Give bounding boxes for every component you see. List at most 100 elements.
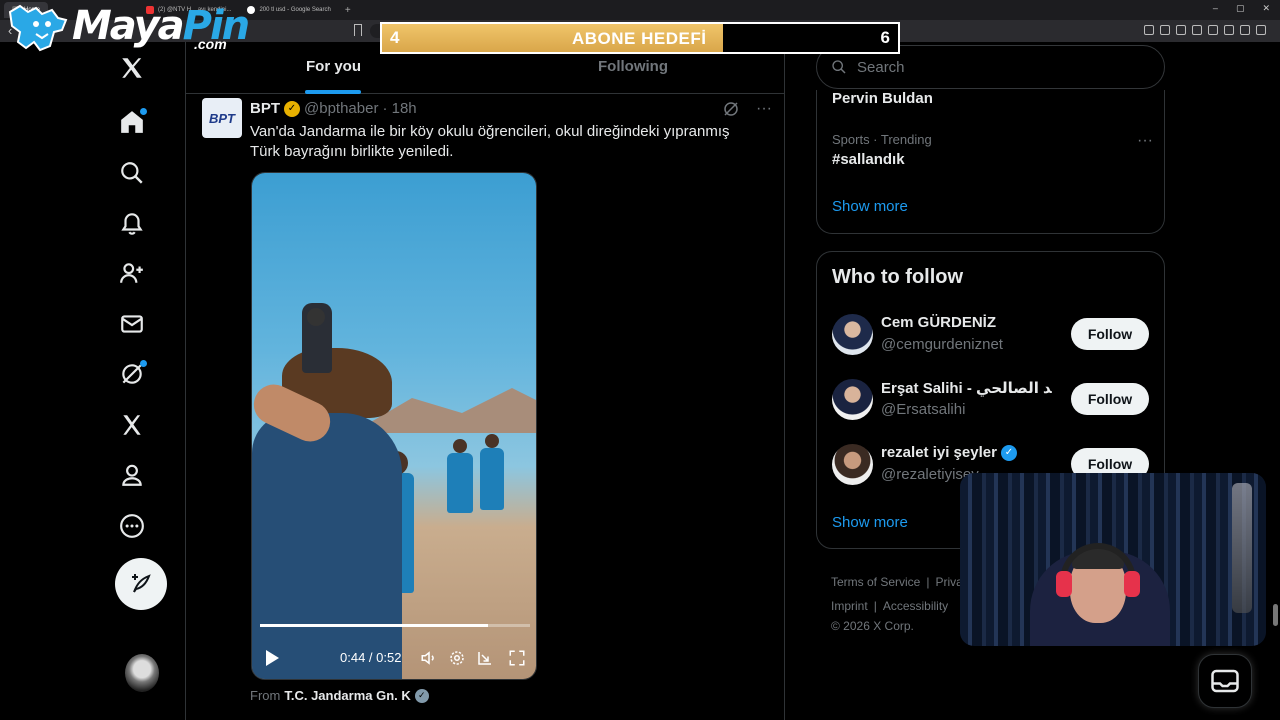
post-author-avatar[interactable]: BPT bbox=[202, 98, 242, 138]
premium-icon[interactable] bbox=[118, 411, 146, 439]
extension-icons bbox=[1144, 25, 1266, 35]
trend-item-name[interactable]: #sallandık bbox=[832, 151, 905, 168]
fullscreen-icon[interactable] bbox=[508, 649, 526, 667]
minimize-button[interactable]: – bbox=[1213, 3, 1218, 14]
profile-icon[interactable] bbox=[118, 461, 146, 489]
headset-earcup bbox=[1056, 571, 1072, 597]
trend-more-icon[interactable]: ··· bbox=[1137, 132, 1153, 150]
video-progress-bar[interactable] bbox=[260, 624, 530, 627]
post-text: Van'da Jandarma ile bir köy okulu öğrenc… bbox=[250, 123, 730, 160]
account-avatar[interactable] bbox=[125, 654, 159, 692]
post-author-handle[interactable]: @bpthaber bbox=[304, 100, 378, 117]
video-scene-student-head bbox=[453, 439, 467, 453]
more-icon[interactable] bbox=[118, 512, 146, 540]
terms-link[interactable]: Terms of Service bbox=[831, 575, 920, 589]
picture-in-picture-icon[interactable] bbox=[476, 649, 494, 667]
mail-icon bbox=[1211, 669, 1239, 693]
extension-icon[interactable] bbox=[1192, 25, 1202, 35]
show-more-trends-link[interactable]: Show more bbox=[832, 198, 908, 215]
post-more-icon[interactable]: ··· bbox=[756, 100, 772, 118]
trend-item-name[interactable]: Pervin Buldan bbox=[832, 90, 933, 107]
copyright: © 2026 X Corp. bbox=[831, 619, 914, 633]
play-icon[interactable] bbox=[264, 649, 280, 667]
video-scene-crowd bbox=[252, 413, 402, 679]
home-icon[interactable] bbox=[118, 108, 147, 136]
video-progress-fill bbox=[260, 624, 489, 627]
follow-icon[interactable] bbox=[118, 259, 146, 287]
video-source: From T.C. Jandarma Gn. K ✓ bbox=[250, 688, 429, 703]
notifications-icon[interactable] bbox=[118, 209, 146, 237]
video-controls: 0:44 / 0:52 bbox=[252, 643, 536, 673]
suggestion-name[interactable]: Cem GÜRDENİZ bbox=[881, 314, 996, 331]
close-window-button[interactable]: ✕ bbox=[1262, 3, 1270, 14]
grok-explain-icon[interactable] bbox=[722, 100, 740, 118]
goal-title: ABONE HEDEFİ bbox=[572, 29, 707, 48]
maximize-button[interactable]: ▢ bbox=[1236, 3, 1245, 14]
video-scene-student bbox=[447, 453, 473, 513]
x-logo-icon[interactable] bbox=[118, 54, 146, 82]
notification-dot bbox=[140, 360, 147, 367]
follow-suggestion[interactable]: Erşat Salihi - ﺪ اﻟﺼﺎﻟﺤﻲ @Ersatsalihi Fo… bbox=[817, 371, 1166, 429]
verified-badge-icon: ✓ bbox=[1000, 444, 1017, 461]
avatar[interactable] bbox=[832, 444, 873, 485]
extension-icon[interactable] bbox=[1208, 25, 1218, 35]
suggestion-handle: @cemgurdeniznet bbox=[881, 336, 1003, 353]
compose-post-button[interactable] bbox=[115, 558, 167, 610]
extension-icon[interactable] bbox=[1160, 25, 1170, 35]
video-scene-helmet bbox=[307, 308, 325, 326]
page-scrollbar[interactable] bbox=[1273, 604, 1278, 626]
video-source-account[interactable]: T.C. Jandarma Gn. K bbox=[284, 688, 410, 703]
suggestion-name[interactable]: Erşat Salihi - ﺪ اﻟﺼﺎﻟﺤﻲ bbox=[881, 379, 1052, 397]
logo-domain: .com bbox=[194, 36, 227, 52]
video-scene-student bbox=[480, 448, 504, 510]
imprint-link[interactable]: Imprint bbox=[831, 599, 868, 613]
tab-following[interactable]: Following bbox=[598, 58, 668, 75]
panther-logo-icon bbox=[8, 4, 68, 52]
avatar[interactable] bbox=[832, 314, 873, 355]
browser-tab-google[interactable]: 200 tl usd - Google Search bbox=[239, 2, 338, 18]
headset-earcup bbox=[1124, 571, 1140, 597]
video-time: 0:44 / 0:52 bbox=[340, 650, 402, 665]
follow-suggestion[interactable]: Cem GÜRDENİZ @cemgurdeniznet Follow bbox=[817, 306, 1166, 364]
messages-drawer-button[interactable] bbox=[1198, 654, 1252, 708]
extension-icon[interactable] bbox=[1256, 25, 1266, 35]
extension-icon[interactable] bbox=[1224, 25, 1234, 35]
mayapin-logo: MayaPin .com bbox=[6, 2, 250, 52]
explore-icon[interactable] bbox=[118, 159, 146, 187]
extension-icon[interactable] bbox=[1144, 25, 1154, 35]
suggestion-name[interactable]: rezalet iyi şeyler ✓ bbox=[881, 444, 1017, 461]
privacy-link[interactable]: Priva bbox=[935, 575, 962, 589]
extension-icon[interactable] bbox=[1240, 25, 1250, 35]
sidebar-footer: Terms of Service | Priva Imprint | Accessibi… bbox=[831, 570, 971, 634]
avatar[interactable] bbox=[832, 379, 873, 420]
window-controls: – ▢ ✕ bbox=[1213, 3, 1270, 14]
show-more-suggestions-link[interactable]: Show more bbox=[832, 514, 908, 531]
search-placeholder: Search bbox=[857, 58, 905, 76]
new-tab-button[interactable]: + bbox=[345, 5, 351, 16]
verified-org-badge-icon: ✓ bbox=[284, 100, 300, 117]
government-badge-icon: ✓ bbox=[414, 688, 429, 703]
post-video[interactable]: 0:44 / 0:52 bbox=[251, 172, 537, 680]
suggestion-handle: @Ersatsalihi bbox=[881, 401, 966, 418]
tab-for-you[interactable]: For you bbox=[306, 58, 361, 75]
video-scene-student-head bbox=[485, 434, 499, 448]
post-author-name[interactable]: BPT bbox=[250, 100, 280, 117]
accessibility-link[interactable]: Accessibility bbox=[883, 599, 948, 613]
bookmark-icon[interactable] bbox=[354, 24, 362, 36]
google-icon bbox=[247, 6, 256, 14]
search-icon bbox=[832, 60, 846, 74]
messages-icon[interactable] bbox=[118, 310, 146, 338]
left-navigation bbox=[100, 42, 186, 720]
main-feed: For you Following BPT BPT ✓ @bpthaber · … bbox=[186, 42, 785, 720]
subscribe-goal-bar: 4 ABONE HEDEFİ 6 bbox=[380, 22, 900, 54]
volume-icon[interactable] bbox=[420, 649, 438, 667]
post-timestamp[interactable]: · 18h bbox=[382, 100, 416, 117]
extension-icon[interactable] bbox=[1176, 25, 1186, 35]
settings-gear-icon[interactable] bbox=[448, 649, 466, 667]
goal-target: 6 bbox=[880, 28, 890, 47]
grok-icon[interactable] bbox=[118, 360, 147, 388]
post-header: BPT ✓ @bpthaber · 18h bbox=[250, 100, 417, 117]
follow-button[interactable]: Follow bbox=[1071, 383, 1149, 415]
follow-button[interactable]: Follow bbox=[1071, 318, 1149, 350]
post-top-actions: ··· bbox=[722, 100, 772, 118]
